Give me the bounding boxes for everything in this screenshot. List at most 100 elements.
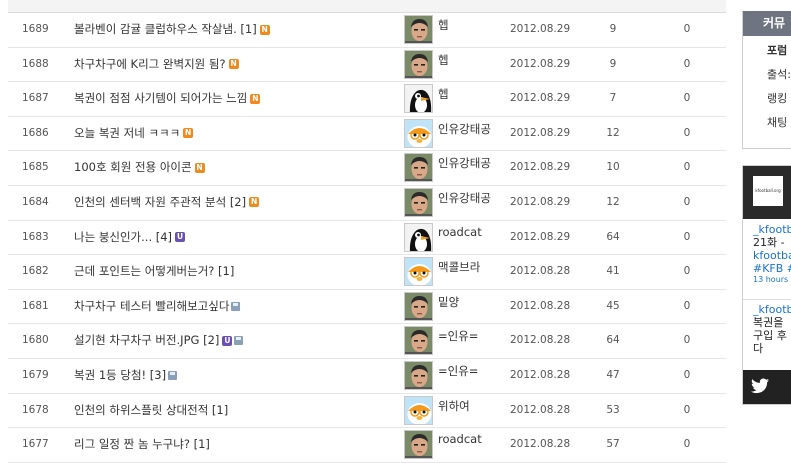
author-nickname[interactable]: 밑양 [438,294,459,310]
view-count: 45 [606,299,620,312]
twitter-widget: kfootball.org _kfootb 21화 - kfootba #KFB… [742,165,791,405]
post-row: 1689 볼라벤이 감귤 클럽하우스 작살냄. [1] N 헵 2012.08.29 9 0 [8,13,726,48]
avatar[interactable] [404,291,433,321]
post-row: 1677 리그 일정 짠 놈 누구냐? [1] roadcat 2012.08.28 5… [8,428,726,463]
community-menu-header: 커뮤 [743,11,791,36]
post-title-link[interactable]: 리그 일정 짠 놈 누구냐? [1] [74,428,404,461]
avatar[interactable] [404,15,433,44]
post-title-link[interactable]: 인천의 하위스플릿 상대전적 [1] [74,394,404,427]
author-nickname[interactable]: =인유= [438,363,478,379]
post-title-link[interactable]: 차구차구에 K리그 완벽지원 됨? N [74,48,404,81]
view-count: 41 [606,265,620,278]
post-row: 1678 인천의 하위스플릿 상대전적 [1] 위하여 2012.08.28 53 0 [8,394,726,429]
twitter-bird-icon[interactable] [751,378,769,394]
new-badge-icon: N [183,128,194,139]
post-date: 2012.08.29 [510,161,571,174]
tweet: _kfootb 복권을 구입 후 다 [743,300,791,369]
avatar[interactable] [404,360,433,390]
post-row: 1686 오늘 복권 저네 ㅋㅋㅋ N 인유강태공 2012.08.29 12 0 [8,117,726,152]
avatar[interactable] [404,222,433,252]
post-title-link[interactable]: 100호 회원 전용 아이콘 N [74,151,404,184]
author-nickname[interactable]: 인유강태공 [438,190,491,206]
post-date: 2012.08.29 [510,195,571,208]
author-nickname[interactable]: roadcat [438,225,482,239]
post-number: 1681 [22,299,49,312]
tweet-hashtags[interactable]: #KFB # [753,262,791,275]
post-date: 2012.08.29 [510,230,571,243]
post-title[interactable]: 설기현 차구차구 버전.JPG [2] [74,333,219,347]
post-title[interactable]: 100호 회원 전용 아이콘 [74,160,192,174]
menu-item-forum[interactable]: 포럼 [743,39,791,63]
post-title[interactable]: 근데 포인트는 어떻게버는거? [1] [74,264,234,278]
post-row: 1680 설기현 차구차구 버전.JPG [2] U =인유= 2012.08.28 64… [8,324,726,359]
avatar[interactable] [404,153,433,183]
post-title[interactable]: 차구차구 테스터 빨리해보고싶다 [74,299,229,313]
post-title[interactable]: 차구차구에 K리그 완벽지원 됨? [74,57,226,71]
post-title-link[interactable]: 인천의 센터백 자원 주관적 분석 [2] N [74,186,404,219]
avatar[interactable] [404,257,433,287]
post-title-link[interactable]: 오늘 복권 저네 ㅋㅋㅋ N [74,117,404,150]
post-number: 1680 [22,334,49,347]
post-title-link[interactable]: 볼라벤이 감귤 클럽하우스 작살냄. [1] N [74,13,404,46]
recommend-count: 0 [683,161,691,174]
view-count: 10 [606,161,620,174]
community-menu: 커뮤 포럼 출석: 랭킹 채팅 [742,11,791,149]
menu-item-ranking[interactable]: 랭킹 [743,87,791,111]
menu-item-chat[interactable]: 채팅 [743,111,791,135]
post-title[interactable]: 인천의 센터백 자원 주관적 분석 [2] [74,195,246,209]
post-title[interactable]: 복권이 점점 사기템이 되어가는 느낌 [74,91,247,105]
post-title-link[interactable]: 차구차구 테스터 빨리해보고싶다 [74,290,404,323]
view-count: 47 [606,368,620,381]
tweet-link[interactable]: kfootba [753,249,791,262]
recommend-count: 0 [683,265,691,278]
recommend-count: 0 [683,438,691,451]
kfootball-logo[interactable]: kfootball.org [753,176,783,206]
post-number: 1679 [22,368,49,381]
post-row: 1688 차구차구에 K리그 완벽지원 됨? N 헵 2012.08.29 9 0 [8,48,726,83]
post-title-link[interactable]: 나는 붕신인가... [4] U [74,221,404,254]
post-date: 2012.08.29 [510,126,571,139]
post-date: 2012.08.28 [510,299,571,312]
menu-item-attendance[interactable]: 출석: [743,63,791,87]
avatar[interactable] [404,84,433,114]
avatar[interactable] [404,49,433,79]
post-title-link[interactable]: 설기현 차구차구 버전.JPG [2] U [74,324,404,357]
post-title[interactable]: 볼라벤이 감귤 클럽하우스 작살냄. [1] [74,22,257,36]
post-title-link[interactable]: 근데 포인트는 어떻게버는거? [1] [74,255,404,288]
post-title-link[interactable]: 복권 1등 당첨! [3] [74,359,404,392]
recommend-count: 0 [683,126,691,139]
avatar[interactable] [404,118,433,148]
author-nickname[interactable]: 헵 [438,52,449,68]
author-nickname[interactable]: 위하여 [438,398,470,414]
author-nickname[interactable]: roadcat [438,432,482,446]
avatar[interactable] [404,326,433,356]
author-nickname[interactable]: 인유강태공 [438,155,491,171]
avatar[interactable] [404,430,433,460]
update-badge-icon: U [175,232,186,243]
tweet-author-link[interactable]: _kfootb [753,303,791,316]
author-nickname[interactable]: 인유강태공 [438,121,491,137]
post-title[interactable]: 리그 일정 짠 놈 누구냐? [1] [74,437,210,451]
tweet-text-line: 복권을 [753,316,784,329]
post-date: 2012.08.28 [510,334,571,347]
author-nickname[interactable]: =인유= [438,328,478,344]
author-nickname[interactable]: 맥콜브라 [438,259,480,275]
post-row: 1682 근데 포인트는 어떻게버는거? [1] 맥콜브라 2012.08.28 41 0 [8,255,726,290]
avatar[interactable] [404,395,433,425]
author-nickname[interactable]: 헵 [438,86,449,102]
new-badge-icon: N [249,197,260,208]
attachment-icon [231,301,241,311]
view-count: 9 [609,57,617,70]
post-title[interactable]: 나는 붕신인가... [4] [74,230,172,244]
attachment-icon [234,336,244,346]
tweet-author-link[interactable]: _kfootb [753,223,791,236]
post-row: 1681 차구차구 테스터 빨리해보고싶다 밑양 2012.08.28 45 0 [8,290,726,325]
tweet-time[interactable]: 13 hours a [753,275,791,284]
post-number: 1683 [22,230,49,243]
post-title[interactable]: 복권 1등 당첨! [3] [74,368,166,382]
post-title-link[interactable]: 복권이 점점 사기템이 되어가는 느낌 N [74,82,404,115]
author-nickname[interactable]: 헵 [438,17,449,33]
avatar[interactable] [404,187,433,217]
post-title[interactable]: 오늘 복권 저네 ㅋㅋㅋ [74,126,180,140]
post-title[interactable]: 인천의 하위스플릿 상대전적 [1] [74,403,228,417]
